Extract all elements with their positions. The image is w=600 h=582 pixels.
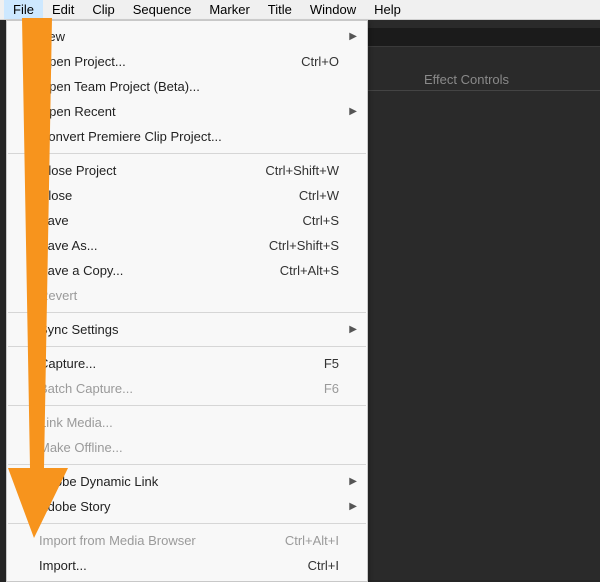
- menu-item-shortcut: Ctrl+Shift+S: [269, 238, 339, 253]
- menu-item-adobe-story[interactable]: Adobe Story ▶: [7, 494, 367, 519]
- menu-item-label: Import...: [39, 558, 308, 573]
- workspace-panel: [368, 20, 600, 580]
- menu-item-shortcut: Ctrl+Alt+S: [280, 263, 339, 278]
- menubar-window[interactable]: Window: [301, 0, 365, 19]
- menu-item-close-project[interactable]: Close ProjectCtrl+Shift+W: [7, 158, 367, 183]
- menu-item-label: Close Project: [39, 163, 265, 178]
- menu-item-label: Capture...: [39, 356, 324, 371]
- menu-item-batch-capture: Batch Capture...F6: [7, 376, 367, 401]
- panel-divider-top: [368, 46, 600, 47]
- menu-item-label: Open Team Project (Beta)...: [39, 79, 339, 94]
- menu-item-shortcut: Ctrl+S: [303, 213, 339, 228]
- menu-item-shortcut: F5: [324, 356, 339, 371]
- menubar-sequence[interactable]: Sequence: [124, 0, 201, 19]
- menu-item-save-a-copy[interactable]: Save a Copy...Ctrl+Alt+S: [7, 258, 367, 283]
- menu-item-label: Save a Copy...: [39, 263, 280, 278]
- menu-item-shortcut: F6: [324, 381, 339, 396]
- menubar-marker[interactable]: Marker: [200, 0, 258, 19]
- menu-separator: [8, 153, 366, 154]
- menu-item-make-offline: Make Offline...: [7, 435, 367, 460]
- menu-item-label: Sync Settings: [39, 322, 339, 337]
- menu-item-shortcut: Ctrl+O: [301, 54, 339, 69]
- menu-item-label: Batch Capture...: [39, 381, 324, 396]
- menu-separator: [8, 405, 366, 406]
- menu-item-shortcut: Ctrl+I: [308, 558, 339, 573]
- menu-item-label: Import from Media Browser: [39, 533, 285, 548]
- menu-item-revert: Revert: [7, 283, 367, 308]
- chevron-right-icon: ▶: [349, 31, 357, 42]
- menu-item-label: Link Media...: [39, 415, 339, 430]
- chevron-right-icon: ▶: [349, 501, 357, 512]
- menu-item-label: Open Recent: [39, 104, 339, 119]
- menu-item-label: New: [39, 29, 339, 44]
- menubar: File Edit Clip Sequence Marker Title Win…: [0, 0, 600, 20]
- menu-separator: [8, 346, 366, 347]
- menubar-edit[interactable]: Edit: [43, 0, 83, 19]
- menu-separator: [8, 523, 366, 524]
- menu-item-label: Save As...: [39, 238, 269, 253]
- panel-divider: [368, 90, 600, 91]
- menu-item-shortcut: Ctrl+W: [299, 188, 339, 203]
- menu-item-link-media: Link Media...: [7, 410, 367, 435]
- menu-separator: [8, 464, 366, 465]
- menu-item-save[interactable]: SaveCtrl+S: [7, 208, 367, 233]
- menu-item-label: Convert Premiere Clip Project...: [39, 129, 339, 144]
- menu-item-open-recent[interactable]: Open Recent ▶: [7, 99, 367, 124]
- menu-item-label: Close: [39, 188, 299, 203]
- menu-item-sync-settings[interactable]: Sync Settings ▶: [7, 317, 367, 342]
- panel-strip: [368, 28, 600, 46]
- menu-item-open-project[interactable]: Open Project...Ctrl+O: [7, 49, 367, 74]
- menubar-title[interactable]: Title: [259, 0, 301, 19]
- menu-item-open-team-project-beta[interactable]: Open Team Project (Beta)...: [7, 74, 367, 99]
- menu-item-new[interactable]: New ▶: [7, 24, 367, 49]
- menu-item-label: Revert: [39, 288, 339, 303]
- menu-item-label: Adobe Story: [39, 499, 339, 514]
- menubar-file[interactable]: File: [4, 0, 43, 19]
- menu-item-label: Open Project...: [39, 54, 301, 69]
- effect-controls-tab[interactable]: Effect Controls: [424, 72, 509, 87]
- menu-separator: [8, 312, 366, 313]
- menu-item-close[interactable]: CloseCtrl+W: [7, 183, 367, 208]
- menu-item-import[interactable]: Import...Ctrl+I: [7, 553, 367, 578]
- menubar-clip[interactable]: Clip: [83, 0, 123, 19]
- menu-item-shortcut: Ctrl+Alt+I: [285, 533, 339, 548]
- file-menu-dropdown: New ▶ Open Project...Ctrl+O Open Team Proje…: [6, 20, 368, 582]
- menu-item-label: Adobe Dynamic Link: [39, 474, 339, 489]
- menu-item-convert-premiere-clip-project[interactable]: Convert Premiere Clip Project...: [7, 124, 367, 149]
- chevron-right-icon: ▶: [349, 476, 357, 487]
- menu-item-label: Make Offline...: [39, 440, 339, 455]
- chevron-right-icon: ▶: [349, 106, 357, 117]
- menu-item-adobe-dynamic-link[interactable]: Adobe Dynamic Link ▶: [7, 469, 367, 494]
- menu-item-label: Save: [39, 213, 303, 228]
- menu-item-save-as[interactable]: Save As...Ctrl+Shift+S: [7, 233, 367, 258]
- chevron-right-icon: ▶: [349, 324, 357, 335]
- menu-item-shortcut: Ctrl+Shift+W: [265, 163, 339, 178]
- menu-item-capture[interactable]: Capture...F5: [7, 351, 367, 376]
- menu-item-import-from-media-browser: Import from Media BrowserCtrl+Alt+I: [7, 528, 367, 553]
- menubar-help[interactable]: Help: [365, 0, 410, 19]
